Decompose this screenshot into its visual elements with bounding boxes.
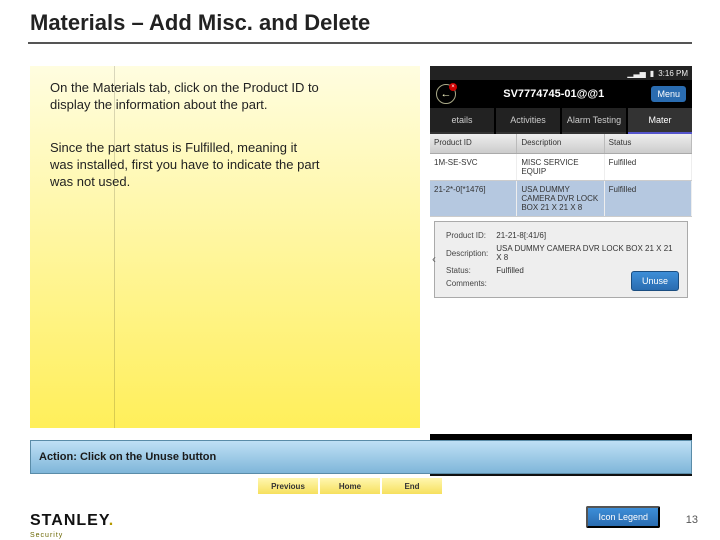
close-icon[interactable]: × bbox=[449, 83, 457, 91]
home-button[interactable]: Home bbox=[320, 478, 380, 494]
menu-button[interactable]: Menu bbox=[651, 86, 686, 102]
table-row[interactable]: 1M-SE-SVC MISC SERVICE EQUIP Fulfilled bbox=[430, 154, 692, 181]
table-row[interactable]: 21-2*-0[*1476] USA DUMMY CAMERA DVR LOCK… bbox=[430, 181, 692, 217]
status-time: 3:16 PM bbox=[658, 69, 688, 78]
phone-tabs: etails Activities Alarm Testing Mater bbox=[430, 108, 692, 134]
nav-buttons: Previous Home End bbox=[258, 478, 442, 494]
action-bar: Action: Click on the Unuse button bbox=[30, 440, 692, 474]
icon-legend-button[interactable]: Icon Legend bbox=[586, 506, 660, 528]
instruction-paragraph: Since the part status is Fulfilled, mean… bbox=[50, 140, 320, 191]
action-text: Action: Click on the Unuse button bbox=[39, 451, 216, 463]
cell: Fulfilled bbox=[605, 181, 692, 216]
tab-alarm-testing[interactable]: Alarm Testing bbox=[562, 108, 626, 134]
cell: Fulfilled bbox=[605, 154, 692, 180]
page-number: 13 bbox=[686, 514, 698, 526]
page-title: Materials – Add Misc. and Delete bbox=[30, 10, 370, 36]
brand-subtitle: Security bbox=[30, 532, 63, 539]
instruction-panel: On the Materials tab, click on the Produ… bbox=[30, 66, 420, 428]
table-head: Product ID Description Status bbox=[430, 134, 692, 154]
detail-label: Comments: bbox=[443, 278, 491, 289]
content-area: On the Materials tab, click on the Produ… bbox=[30, 66, 692, 476]
tab-details[interactable]: etails bbox=[430, 108, 494, 134]
th-status: Status bbox=[605, 134, 692, 153]
detail-value: USA DUMMY CAMERA DVR LOCK BOX 21 X 21 X … bbox=[493, 243, 679, 263]
unuse-button[interactable]: Unuse bbox=[631, 271, 679, 291]
detail-label: Description: bbox=[443, 243, 491, 263]
title-rule bbox=[28, 42, 692, 44]
phone-header: ←× SV7774745-01@@1 Menu bbox=[430, 80, 692, 108]
tab-materials[interactable]: Mater bbox=[628, 108, 692, 134]
th-description: Description bbox=[517, 134, 604, 153]
cell: MISC SERVICE EQUIP bbox=[517, 154, 604, 180]
detail-label: Product ID: bbox=[443, 230, 491, 241]
detail-panel: ‹ Product ID:21-21-8[:41/6] Description:… bbox=[434, 221, 688, 298]
end-button[interactable]: End bbox=[382, 478, 442, 494]
phone-status-bar: ▁▃▅ ▮ 3:16 PM bbox=[430, 66, 692, 80]
cell: USA DUMMY CAMERA DVR LOCK BOX 21 X 21 X … bbox=[517, 181, 604, 216]
th-product-id: Product ID bbox=[430, 134, 517, 153]
signal-icon: ▁▃▅ bbox=[627, 69, 645, 78]
brand-logo: STANLEY. bbox=[30, 512, 114, 530]
chevron-left-icon[interactable]: ‹ bbox=[432, 252, 436, 266]
back-icon[interactable]: ←× bbox=[436, 84, 456, 104]
previous-button[interactable]: Previous bbox=[258, 478, 318, 494]
battery-icon: ▮ bbox=[650, 69, 654, 78]
phone-body: Product ID Description Status 1M-SE-SVC … bbox=[430, 134, 692, 434]
instruction-paragraph: On the Materials tab, click on the Produ… bbox=[50, 80, 320, 114]
detail-label: Status: bbox=[443, 265, 491, 276]
detail-value: 21-21-8[:41/6] bbox=[493, 230, 679, 241]
cell: 21-2*-0[*1476] bbox=[430, 181, 517, 216]
phone-title: SV7774745-01@@1 bbox=[503, 88, 604, 100]
panel-divider bbox=[114, 66, 115, 428]
phone-screenshot: ▁▃▅ ▮ 3:16 PM ←× SV7774745-01@@1 Menu et… bbox=[430, 66, 692, 476]
cell: 1M-SE-SVC bbox=[430, 154, 517, 180]
tab-activities[interactable]: Activities bbox=[496, 108, 560, 134]
